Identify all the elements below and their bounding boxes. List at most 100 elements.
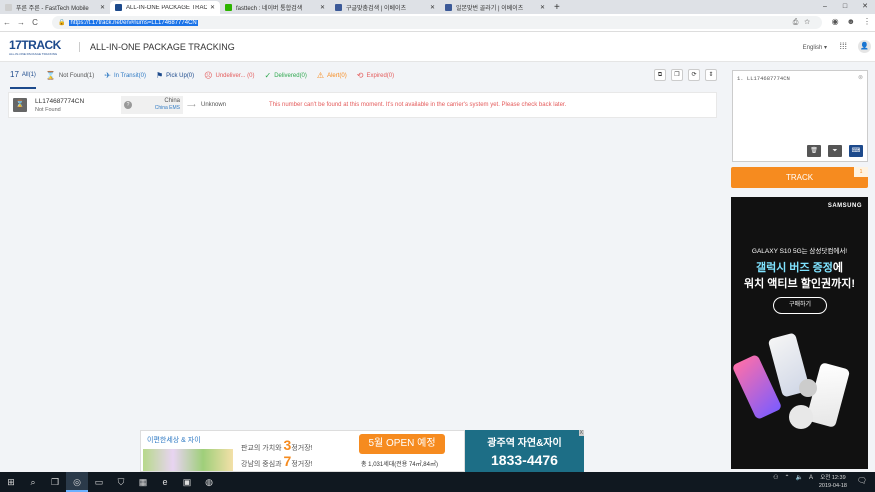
copy-all-icon[interactable]: ❐ bbox=[671, 69, 683, 81]
tab-title: 푸른 주른 - FastTech Mobile bbox=[16, 6, 89, 12]
language-selector[interactable]: English ▾ bbox=[803, 44, 827, 51]
filter-label: Undeliver... (0) bbox=[215, 72, 255, 79]
samsung-ad[interactable]: SAMSUNG GALAXY S10 5G는 삼성닷컴에서! 갤럭시 버즈 증정… bbox=[731, 197, 868, 469]
tab-close-icon[interactable]: ✕ bbox=[210, 4, 215, 11]
search-icon[interactable]: ⌕ bbox=[22, 472, 44, 492]
url-text[interactable]: https://t.17track.net/en#nums=LL17468777… bbox=[69, 19, 198, 26]
volume-icon[interactable]: 🔈 bbox=[796, 474, 803, 481]
back-button[interactable]: ← bbox=[0, 18, 14, 27]
filter-tab[interactable]: ✓ Delivered(0) bbox=[265, 62, 307, 89]
origin-carrier[interactable]: ? China China EMS bbox=[121, 96, 183, 114]
ad-open-badge: 5월 OPEN 예정 bbox=[359, 434, 445, 454]
filter-icon[interactable]: ⏷ bbox=[828, 145, 842, 157]
clock-time: 오전 12:39 bbox=[820, 475, 846, 481]
windows-start-icon[interactable]: ⊞ bbox=[0, 472, 22, 492]
copy-icon[interactable]: ⧉ bbox=[654, 69, 666, 81]
ad-line3: 워치 액티브 할인권까지! bbox=[744, 278, 855, 290]
page-title: ALL-IN-ONE PACKAGE TRACKING bbox=[79, 41, 235, 52]
calculator-icon[interactable]: ▦ bbox=[132, 472, 154, 492]
filter-icon: ⌛ bbox=[45, 71, 56, 80]
people-icon[interactable]: ⚇ bbox=[773, 474, 778, 481]
tab-close-icon[interactable]: ✕ bbox=[100, 4, 105, 11]
tracking-status: Not Found bbox=[35, 106, 61, 113]
ad-line1: GALAXY S10 5G는 삼성닷컴에서! bbox=[751, 248, 848, 255]
filter-tab[interactable]: ☹ Undeliver... (0) bbox=[204, 62, 254, 89]
browser-tab[interactable]: 푸른 주른 - FastTech Mobile ✕ bbox=[0, 1, 110, 14]
tracking-number-input[interactable]: 1. LL174687774CN ⊗ 🗑 ⏷ ⌨ bbox=[732, 70, 868, 162]
ad-logo: 이편한세상 & 자이 bbox=[147, 437, 201, 444]
chrome-icon[interactable]: ◎ bbox=[66, 472, 88, 492]
app-icon-2[interactable]: ◍ bbox=[198, 472, 220, 492]
app-icon[interactable]: ▣ bbox=[176, 472, 198, 492]
file-explorer-icon[interactable]: ▭ bbox=[88, 472, 110, 492]
track-button[interactable]: TRACK 1 bbox=[731, 167, 868, 188]
filter-tab[interactable]: ⟲ Expired(0) bbox=[357, 62, 394, 89]
menu-icon[interactable]: ⋮ bbox=[863, 17, 871, 26]
keyboard-icon[interactable]: ⌨ bbox=[849, 145, 863, 157]
ad-phone: 1833-4476 bbox=[491, 452, 558, 468]
ad-title: 광주역 자연&자이 bbox=[487, 438, 562, 449]
filter-tab[interactable]: 17 All(1) bbox=[10, 62, 36, 89]
earbuds-image bbox=[789, 405, 813, 429]
tab-favicon-icon bbox=[225, 4, 232, 11]
filter-tab[interactable]: ⚠ Alert(0) bbox=[317, 62, 347, 89]
site-header: 17TRACK ALL-IN-ONE PACKAGE TRACKING ALL-… bbox=[0, 32, 875, 62]
delete-icon[interactable]: 🗑 bbox=[807, 145, 821, 157]
notification-icon[interactable]: 🗨 bbox=[857, 476, 867, 485]
edge-icon[interactable]: e bbox=[154, 472, 176, 492]
clock[interactable]: 오전 12:39 2019-04-18 bbox=[819, 474, 847, 490]
extension-icon[interactable]: ◉ bbox=[832, 17, 839, 26]
tab-favicon-icon bbox=[5, 4, 12, 11]
tracking-result-row[interactable]: ⌛ LL174687774CN Not Found ? China China … bbox=[8, 92, 717, 118]
apps-grid-icon[interactable]: ⁞⁞⁞ bbox=[839, 41, 847, 51]
tracking-number[interactable]: LL174687774CN bbox=[35, 98, 115, 105]
browser-tab[interactable]: 일본맞번 골라기 | 이베이츠 ✕ bbox=[440, 1, 550, 14]
browser-tab[interactable]: ALL-IN-ONE PACKAGE TRACKI ✕ bbox=[110, 1, 220, 14]
ad-line2: 갤럭시 버즈 증정에 bbox=[755, 262, 844, 274]
tab-favicon-icon bbox=[335, 4, 342, 11]
ad-buy-button[interactable]: 구매하기 bbox=[773, 297, 827, 314]
task-view-icon[interactable]: ❒ bbox=[44, 472, 66, 492]
ad-brand: SAMSUNG bbox=[827, 203, 862, 209]
ad-close-icon[interactable]: X bbox=[578, 430, 584, 436]
bottom-banner-ad[interactable]: 이편한세상 & 자이 판교의 가치와 3정거장! 강남의 중심과 7정거장! 5… bbox=[140, 430, 584, 472]
omnibox-actions-icon[interactable]: ⎙☆ bbox=[793, 19, 816, 27]
toolbar-extensions: ◉ ☻ ⋮ bbox=[832, 17, 871, 26]
filter-label: Expired(0) bbox=[366, 72, 395, 79]
close-window-button[interactable]: ✕ bbox=[855, 0, 875, 14]
tab-close-icon[interactable]: ✕ bbox=[430, 4, 435, 11]
store-icon[interactable]: ⛉ bbox=[110, 472, 132, 492]
sidebar: 1. LL174687774CN ⊗ 🗑 ⏷ ⌨ TRACK 1 SAMSUNG… bbox=[725, 62, 875, 472]
share-icon[interactable]: ⟳ bbox=[688, 69, 700, 81]
filter-icon: 17 bbox=[10, 70, 19, 79]
reload-button[interactable]: C bbox=[28, 18, 42, 27]
lock-icon: 🔒 bbox=[58, 20, 66, 26]
filter-tab[interactable]: ⚑ Pick Up(0) bbox=[156, 62, 194, 89]
profile-icon[interactable]: ☻ bbox=[847, 17, 855, 26]
browser-tab[interactable]: 구글맞춤검색 | 이베이츠 ✕ bbox=[330, 1, 440, 14]
clear-icon[interactable]: ⊗ bbox=[858, 74, 863, 81]
minimize-button[interactable]: – bbox=[815, 0, 835, 14]
chevron-up-icon[interactable]: ⌃ bbox=[784, 474, 789, 481]
tab-title: ALL-IN-ONE PACKAGE TRACKI bbox=[126, 4, 207, 11]
user-avatar-icon[interactable]: 👤 bbox=[858, 40, 871, 53]
browser-tab[interactable]: fasttech : 네이버 통합검색 ✕ bbox=[220, 1, 330, 14]
address-bar[interactable]: 🔒 https://t.17track.net/en#nums=LL174687… bbox=[52, 16, 822, 29]
maximize-button[interactable]: □ bbox=[835, 0, 855, 14]
tab-close-icon[interactable]: ✕ bbox=[320, 4, 325, 11]
filter-label: Alert(0) bbox=[327, 72, 347, 79]
input-language[interactable]: A bbox=[809, 475, 813, 481]
new-tab-button[interactable]: + bbox=[554, 1, 560, 14]
tab-title: 구글맞춤검색 | 이베이츠 bbox=[346, 6, 407, 12]
origin-carrier-name[interactable]: China EMS bbox=[132, 105, 180, 112]
17track-logo[interactable]: 17TRACK ALL-IN-ONE PACKAGE TRACKING bbox=[9, 38, 69, 56]
filter-tab[interactable]: ⌛ Not Found(1) bbox=[46, 62, 94, 89]
filter-tab[interactable]: ✈ In Transit(0) bbox=[104, 62, 146, 89]
track-label: TRACK bbox=[785, 173, 814, 182]
forward-button[interactable]: → bbox=[14, 18, 28, 27]
tab-close-icon[interactable]: ✕ bbox=[540, 4, 545, 11]
input-value[interactable]: 1. LL174687774CN bbox=[737, 75, 790, 82]
expand-icon[interactable]: ⇕ bbox=[705, 69, 717, 81]
filter-label: Not Found(1) bbox=[58, 72, 95, 79]
clock-date: 2019-04-18 bbox=[818, 483, 847, 489]
